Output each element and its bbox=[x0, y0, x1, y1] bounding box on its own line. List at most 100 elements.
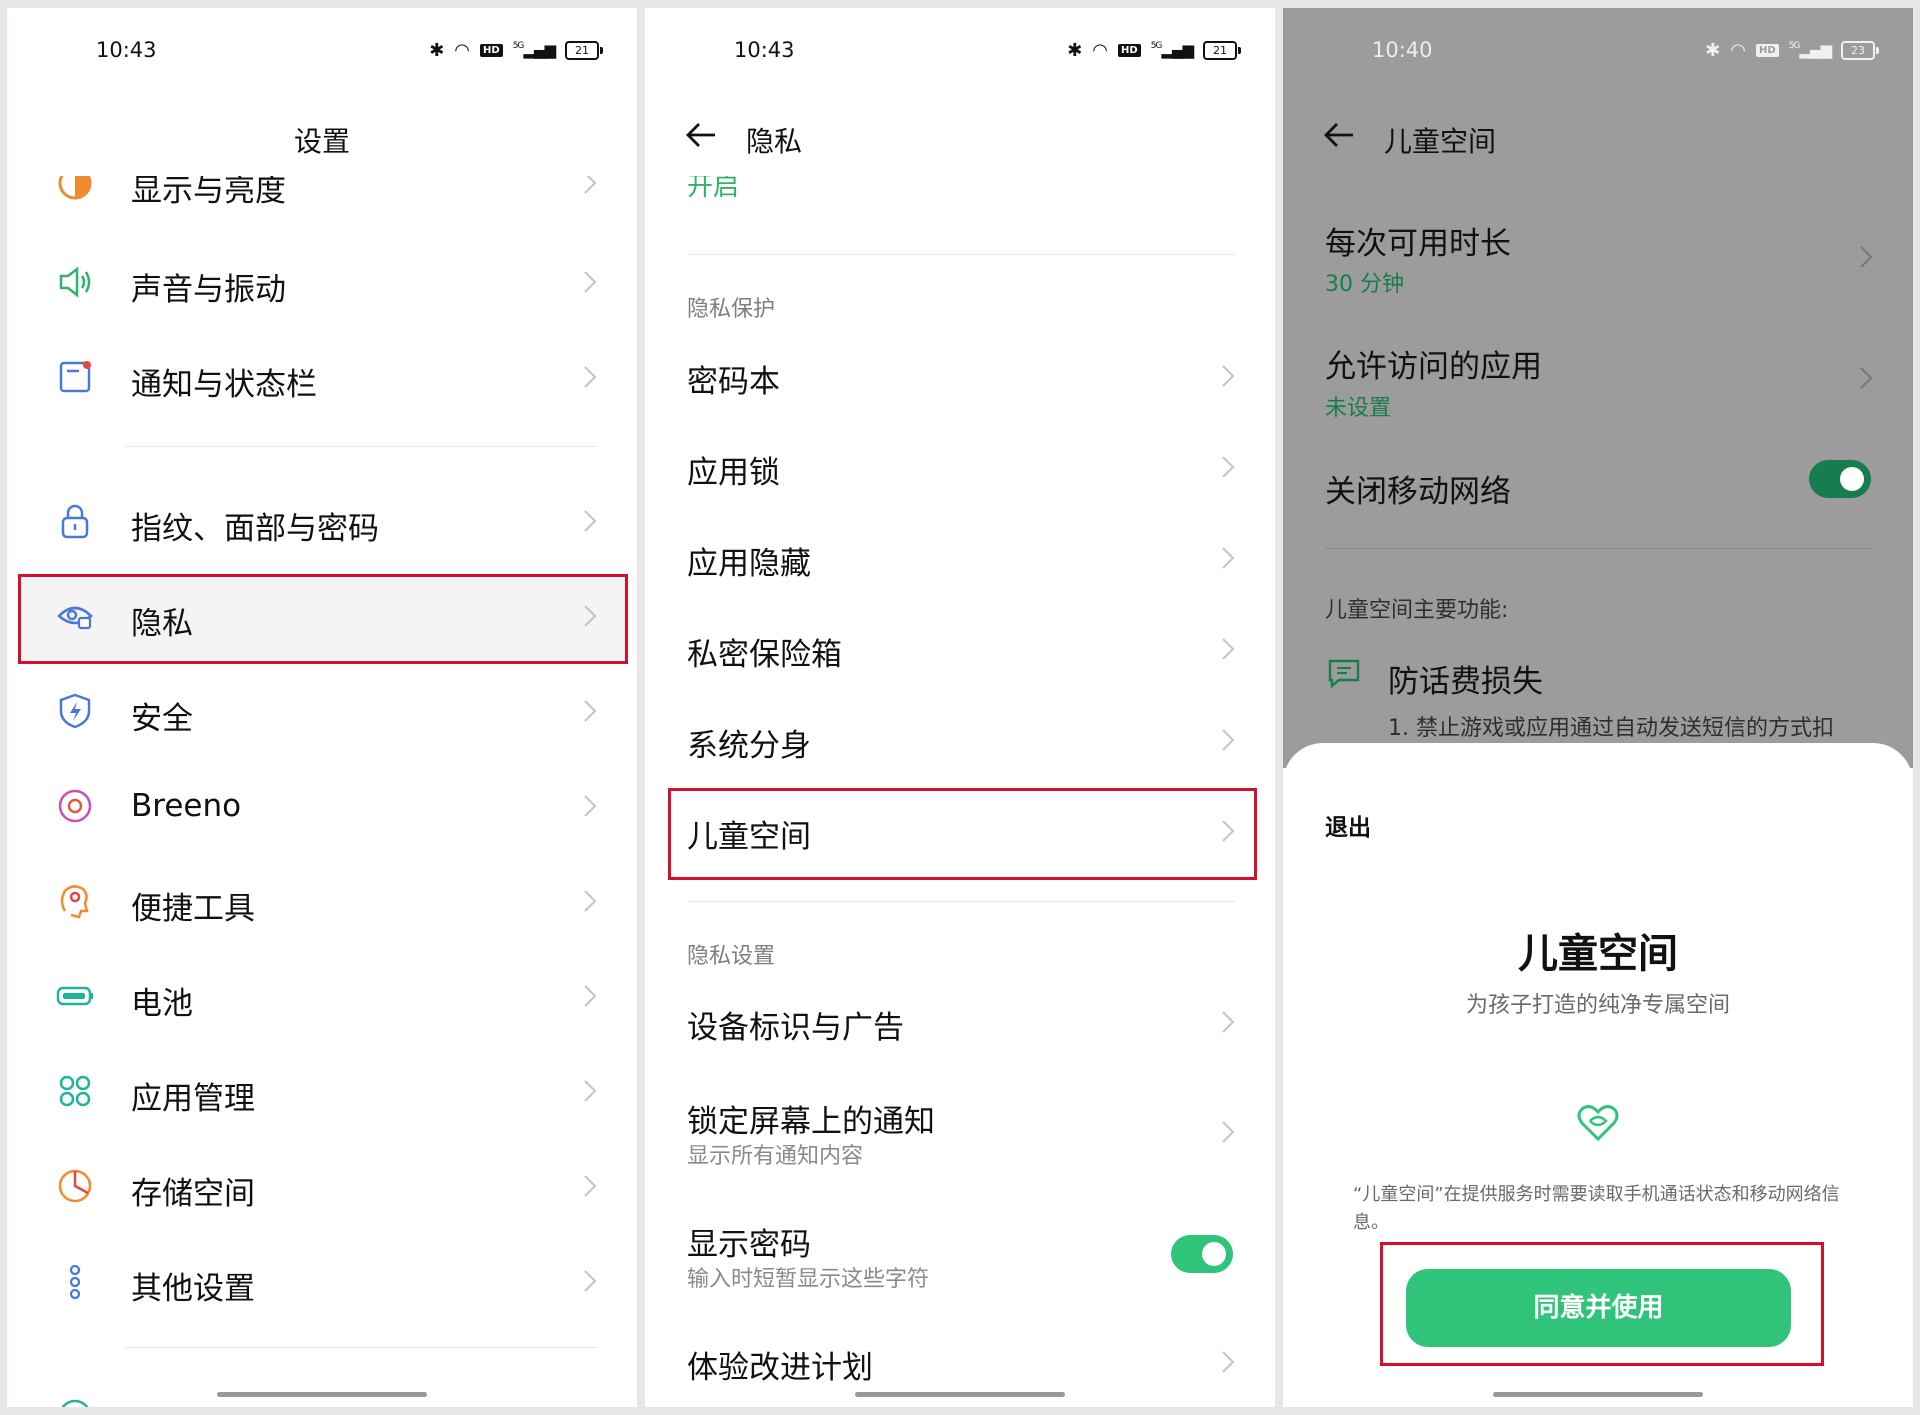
chevron-right-icon bbox=[584, 510, 597, 532]
list-item-storage[interactable]: 存储空间 bbox=[7, 1151, 637, 1221]
status-time: 10:43 bbox=[734, 38, 795, 62]
list-item-sound[interactable]: 声音与振动 bbox=[7, 247, 637, 317]
chevron-right-icon bbox=[584, 1270, 597, 1292]
bluetooth-icon: ✱ bbox=[429, 39, 445, 61]
chevron-right-icon bbox=[1222, 1351, 1235, 1373]
user-icon bbox=[61, 1399, 89, 1407]
settings-list[interactable]: 显示与亮度 声音与振动 通知与状态栏 指纹、面部与密码 隐私 安全 Breeno… bbox=[7, 176, 637, 1407]
list-item-kids-space[interactable]: 儿童空间 bbox=[645, 791, 1275, 871]
hd-badge: HD bbox=[1118, 43, 1141, 57]
chevron-right-icon bbox=[584, 605, 597, 627]
status-time: 10:43 bbox=[96, 38, 157, 62]
chevron-right-icon bbox=[584, 366, 597, 388]
tools-icon bbox=[60, 885, 89, 919]
lock-icon bbox=[61, 504, 89, 539]
signal-icon: 5G▂▄▆ bbox=[512, 41, 556, 59]
list-item-security[interactable]: 安全 bbox=[7, 676, 637, 746]
back-arrow-icon[interactable] bbox=[1323, 120, 1357, 150]
list-item-other-settings[interactable]: 其他设置 bbox=[7, 1246, 637, 1316]
list-item-private-safe[interactable]: 私密保险箱 bbox=[645, 609, 1275, 689]
feature-description: 1. 禁止游戏或应用通过自动发送短信的方式扣 bbox=[1388, 716, 1834, 741]
back-arrow-icon[interactable] bbox=[685, 120, 719, 150]
chevron-right-icon bbox=[584, 176, 597, 194]
page-title: 隐私 bbox=[746, 125, 803, 158]
list-item-app-hide[interactable]: 应用隐藏 bbox=[645, 518, 1275, 598]
apps-icon bbox=[59, 1075, 91, 1107]
privacy-list[interactable]: 开启 隐私保护 密码本 应用锁 应用隐藏 私密保险箱 系统分身 儿童空间 隐私设… bbox=[645, 176, 1275, 1407]
more-settings-icon bbox=[69, 1264, 81, 1300]
display-icon bbox=[58, 176, 92, 200]
chevron-right-icon bbox=[1222, 1011, 1235, 1033]
chevron-right-icon bbox=[584, 1175, 597, 1197]
permission-notice: “儿童空间”在提供服务时需要读取手机通话状态和移动网络信息。 bbox=[1353, 1184, 1840, 1233]
sheet-title: 儿童空间 bbox=[1518, 931, 1678, 977]
sheet-subtitle: 为孩子打造的纯净专属空间 bbox=[1465, 993, 1730, 1018]
list-item-improvement-plan[interactable]: 体验改进计划 bbox=[645, 1322, 1275, 1402]
home-indicator[interactable] bbox=[217, 1392, 427, 1397]
agree-and-use-button[interactable]: 同意并使用 bbox=[1406, 1269, 1791, 1347]
list-item-show-password[interactable]: 显示密码 输入时短暂显示这些字符 bbox=[645, 1199, 1275, 1299]
dimmed-background bbox=[1283, 8, 1913, 768]
home-indicator[interactable] bbox=[1493, 1392, 1703, 1397]
kids-space-heart-icon bbox=[1577, 1105, 1619, 1142]
exit-button[interactable]: 退出 bbox=[1325, 808, 1371, 842]
feature-title: 防话费损失 bbox=[1388, 664, 1543, 700]
chevron-right-icon bbox=[1222, 365, 1235, 387]
speaker-icon bbox=[59, 266, 91, 298]
home-indicator[interactable] bbox=[855, 1392, 1065, 1397]
chevron-right-icon bbox=[1222, 547, 1235, 569]
chevron-right-icon bbox=[1222, 638, 1235, 660]
chevron-right-icon bbox=[1222, 456, 1235, 478]
list-item-system-clone[interactable]: 系统分身 bbox=[645, 700, 1275, 780]
message-icon bbox=[1328, 659, 1360, 688]
hd-badge: HD bbox=[480, 43, 503, 57]
battery-icon bbox=[56, 986, 93, 1006]
section-header: 隐私保护 bbox=[687, 297, 776, 322]
wifi-icon: ◠ bbox=[1730, 39, 1747, 61]
battery-status-icon: 23 bbox=[1841, 40, 1879, 60]
features-header: 儿童空间主要功能: bbox=[1325, 598, 1509, 623]
chevron-right-icon bbox=[1222, 729, 1235, 751]
signal-icon: 5G▂▄▆ bbox=[1788, 41, 1832, 59]
list-item-app-management[interactable]: 应用管理 bbox=[7, 1056, 637, 1126]
settings-screen: 10:43 ✱ ◠ HD 5G▂▄▆ 21 设置 显示与亮度 声音与振动 通知与… bbox=[7, 8, 637, 1407]
bluetooth-icon: ✱ bbox=[1067, 39, 1083, 61]
chevron-right-icon bbox=[1860, 246, 1873, 268]
section-header: 隐私设置 bbox=[687, 944, 776, 969]
list-item-tools[interactable]: 便捷工具 bbox=[7, 866, 637, 936]
shield-icon bbox=[59, 693, 91, 729]
battery-status-icon: 21 bbox=[565, 40, 603, 60]
wifi-icon: ◠ bbox=[1092, 39, 1109, 61]
show-password-toggle[interactable] bbox=[1171, 1235, 1233, 1273]
list-item-display[interactable]: 显示与亮度 bbox=[7, 176, 637, 218]
chevron-right-icon bbox=[1222, 820, 1235, 842]
list-item-privacy[interactable]: 隐私 bbox=[7, 581, 637, 651]
list-item-lockscreen-notifications[interactable]: 锁定屏幕上的通知 显示所有通知内容 bbox=[645, 1076, 1275, 1176]
chevron-right-icon bbox=[584, 985, 597, 1007]
page-title: 设置 bbox=[293, 125, 350, 158]
chevron-right-icon bbox=[584, 271, 597, 293]
list-item-battery[interactable]: 电池 bbox=[7, 961, 637, 1031]
battery-status-icon: 21 bbox=[1203, 40, 1241, 60]
chevron-right-icon bbox=[584, 795, 597, 817]
chevron-right-icon bbox=[1860, 367, 1873, 389]
list-item-app-lock[interactable]: 应用锁 bbox=[645, 427, 1275, 507]
kids-space-screen: 10:40 ✱ ◠ HD 5G▂▄▆ 23 儿童空间 每次可用时长 30 分钟 … bbox=[1283, 8, 1913, 1407]
list-item-notifications[interactable]: 通知与状态栏 bbox=[7, 342, 637, 412]
notification-icon bbox=[59, 361, 91, 393]
mobile-network-toggle[interactable] bbox=[1809, 460, 1871, 498]
hd-badge: HD bbox=[1756, 43, 1779, 57]
list-item-password-book[interactable]: 密码本 bbox=[645, 336, 1275, 416]
list-item-biometrics[interactable]: 指纹、面部与密码 bbox=[7, 486, 637, 556]
list-item-breeno[interactable]: Breeno bbox=[7, 771, 637, 841]
breeno-icon bbox=[58, 789, 92, 823]
divider bbox=[1325, 548, 1873, 549]
chevron-right-icon bbox=[584, 890, 597, 912]
chevron-right-icon bbox=[584, 700, 597, 722]
divider bbox=[687, 254, 1235, 255]
status-bar: 10:40 ✱ ◠ HD 5G▂▄▆ 23 bbox=[1283, 8, 1913, 88]
chevron-right-icon bbox=[584, 1080, 597, 1102]
storage-icon bbox=[58, 1169, 92, 1203]
list-item-device-id-ads[interactable]: 设备标识与广告 bbox=[645, 982, 1275, 1062]
divider bbox=[125, 446, 597, 447]
